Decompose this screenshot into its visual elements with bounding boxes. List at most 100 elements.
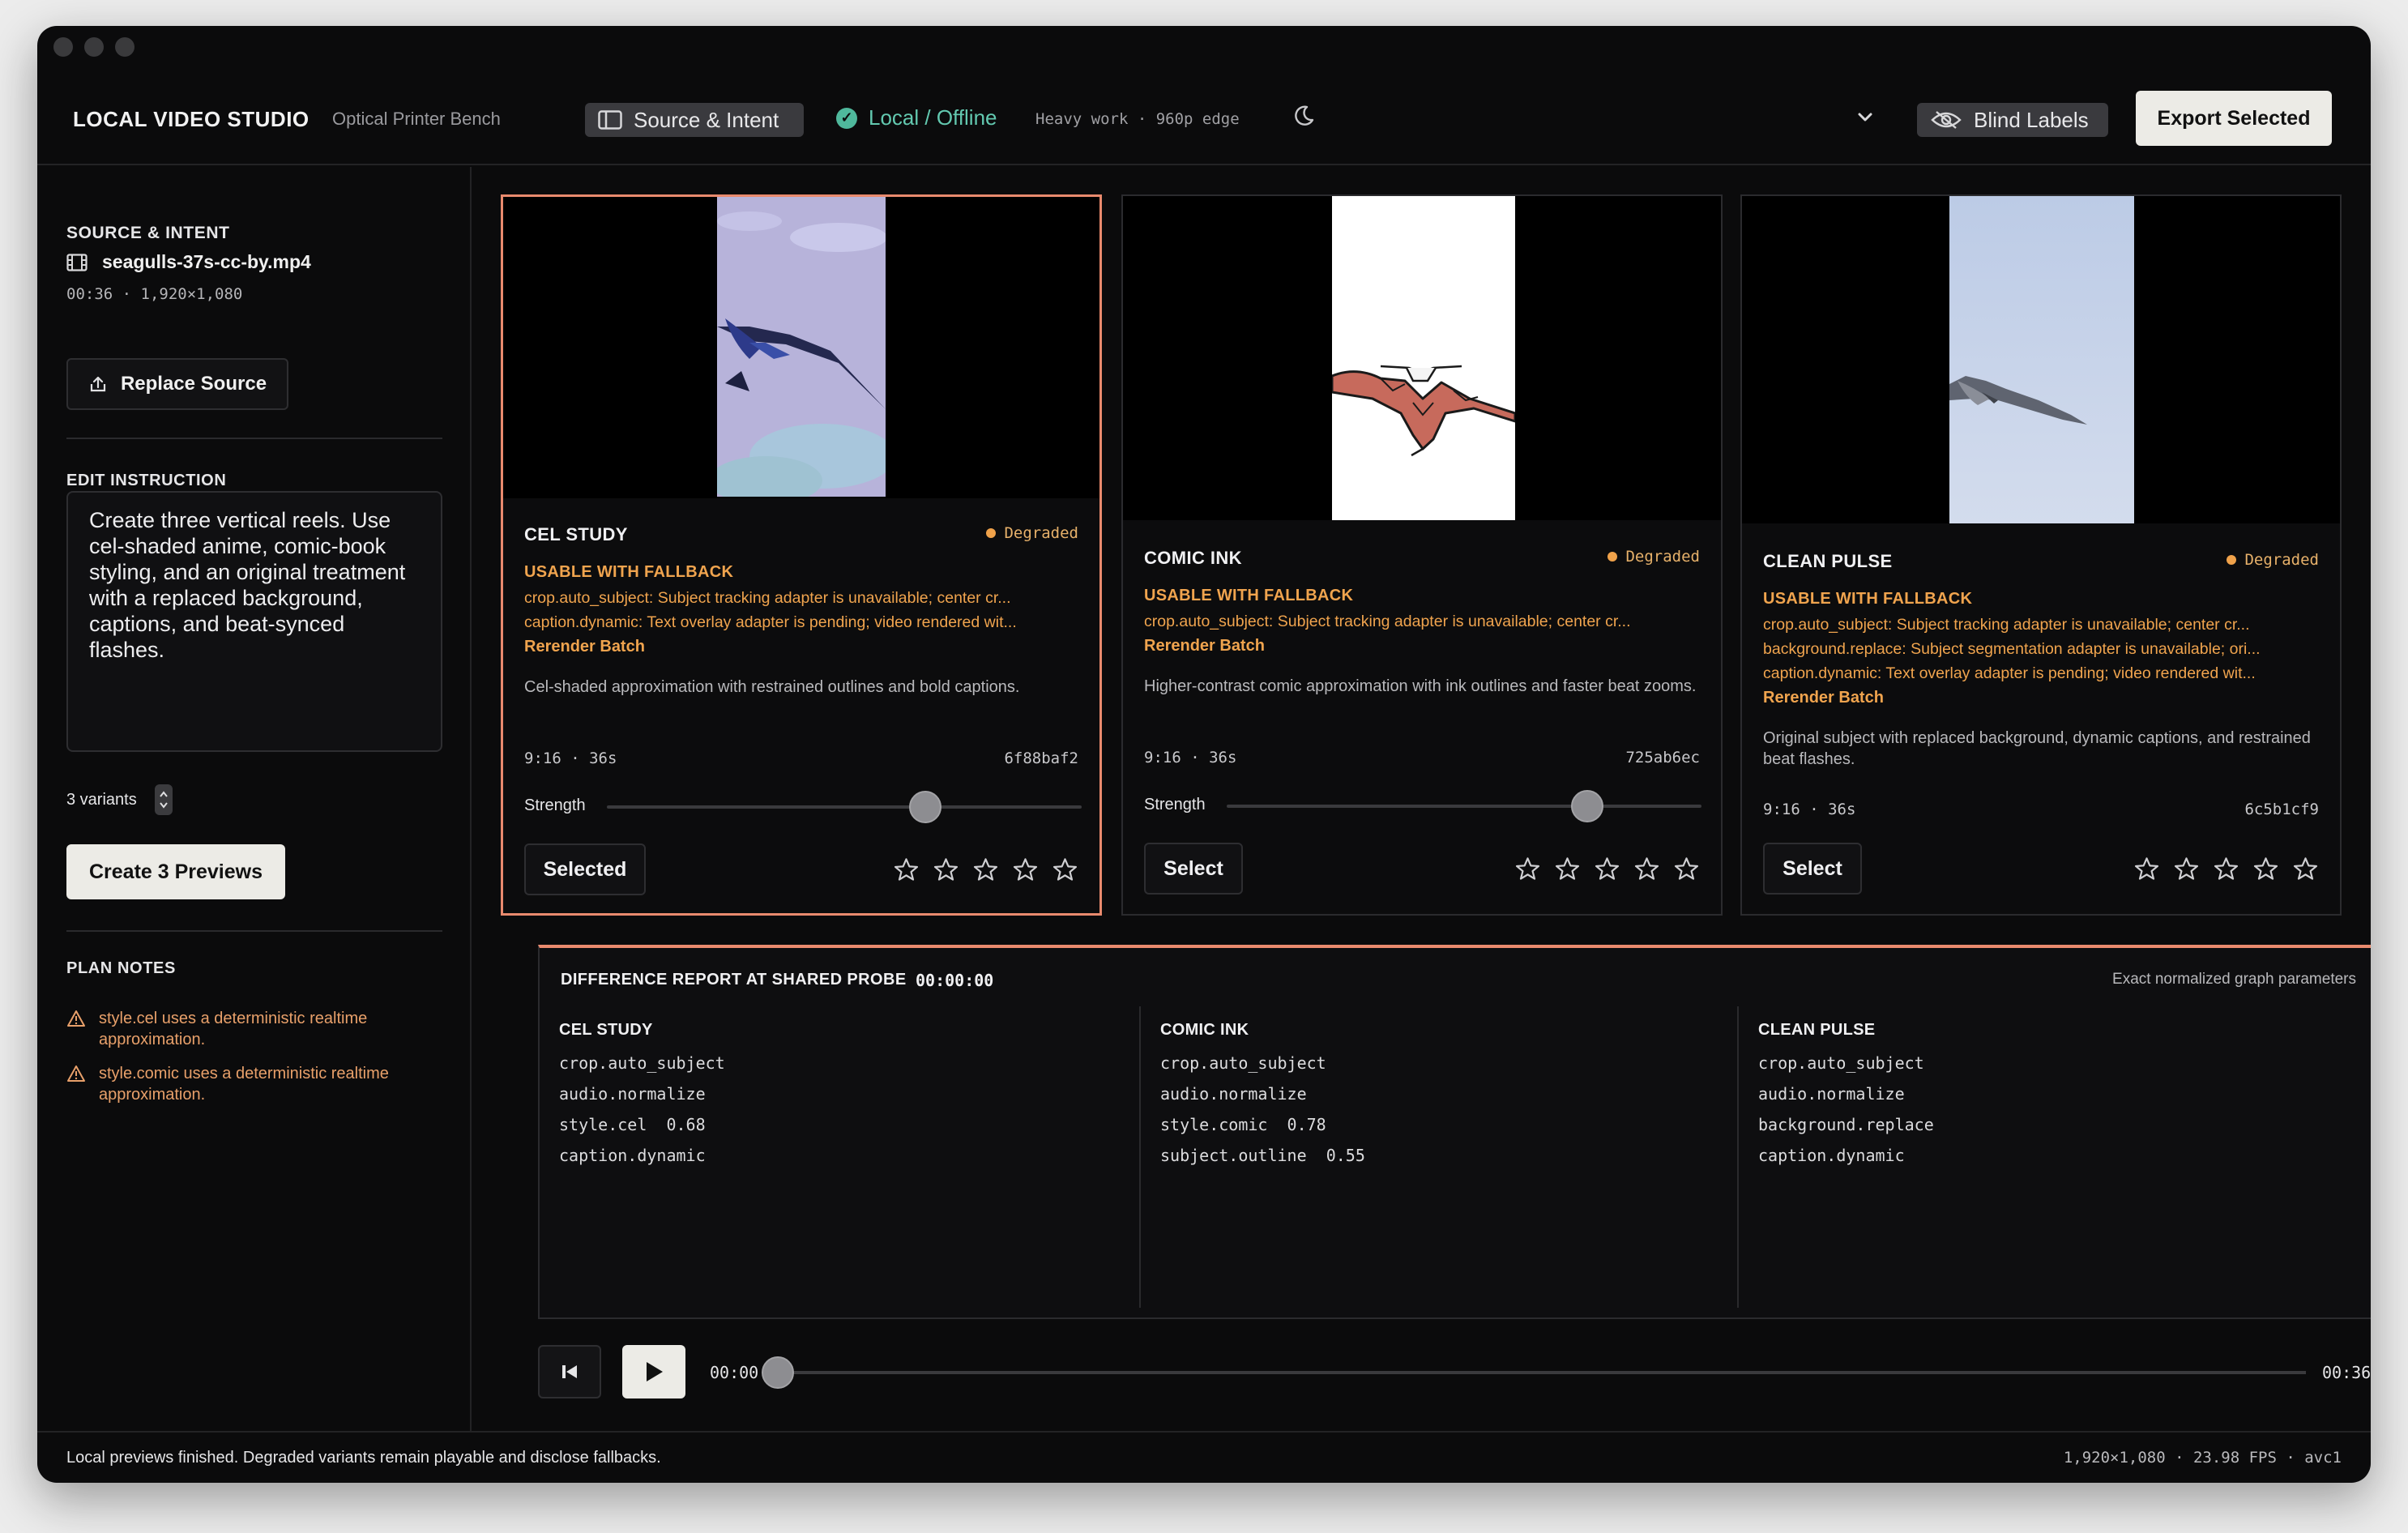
check-circle-icon: ✓ <box>836 107 857 129</box>
variant-format: 9:16 · 36s <box>1763 801 1856 818</box>
variants-stepper[interactable] <box>154 784 173 815</box>
report-param: subject.outline 0.55 <box>1160 1146 1365 1165</box>
variants-label: 3 variants <box>66 790 137 809</box>
heavy-work-label: Heavy work · 960p edge <box>1035 110 1240 128</box>
star-icon[interactable] <box>1052 856 1078 883</box>
star-icon[interactable] <box>1594 856 1620 882</box>
create-previews-button[interactable]: Create 3 Previews <box>66 844 285 899</box>
strength-slider[interactable] <box>607 791 1082 823</box>
status-dot <box>986 528 997 538</box>
source-intent-toggle[interactable]: Source & Intent <box>585 103 804 137</box>
blind-labels-toggle[interactable]: Blind Labels <box>1917 103 2108 137</box>
fallback-line: crop.auto_subject: Subject tracking adap… <box>1144 613 1631 630</box>
plan-note-text: style.comic uses a deterministic realtim… <box>99 1065 389 1104</box>
variant-card-clean-pulse[interactable]: CLEAN PULSE Degraded USABLE WITH FALLBAC… <box>1740 194 2342 916</box>
seagull-cel-image <box>717 197 886 497</box>
plan-note-text: style.cel uses a deterministic realtime … <box>99 1010 368 1048</box>
star-icon[interactable] <box>1514 856 1541 882</box>
report-param: audio.normalize <box>1160 1084 1307 1104</box>
report-column: COMIC INK crop.auto_subject audio.normal… <box>1139 1006 1737 1308</box>
variant-title: CLEAN PULSE <box>1763 551 1893 571</box>
report-param: audio.normalize <box>1758 1084 1905 1104</box>
replace-source-label: Replace Source <box>120 373 267 395</box>
current-time: 00:00 <box>710 1363 759 1382</box>
duration-time: 00:36 <box>2322 1363 2371 1382</box>
play-button[interactable] <box>622 1345 685 1398</box>
report-param: style.cel 0.68 <box>559 1115 706 1134</box>
variant-preview[interactable] <box>1123 196 1721 520</box>
local-status: ✓ Local / Offline <box>836 105 997 130</box>
status-dot <box>1607 552 1618 562</box>
variant-preview[interactable] <box>503 197 1099 498</box>
star-icon[interactable] <box>1012 856 1039 883</box>
report-column-title: CEL STUDY <box>559 1021 653 1039</box>
fallback-line: caption.dynamic: Text overlay adapter is… <box>1763 664 2256 682</box>
variant-hash: 6f88baf2 <box>1004 749 1078 767</box>
variant-format: 9:16 · 36s <box>1144 749 1237 766</box>
strength-label: Strength <box>1144 796 1206 813</box>
skip-back-icon <box>562 1365 577 1378</box>
variant-card-comic-ink[interactable]: COMIC INK Degraded USABLE WITH FALLBACK … <box>1121 194 1723 916</box>
report-column: CEL STUDY crop.auto_subject audio.normal… <box>540 1006 1138 1308</box>
rerender-batch-link[interactable]: Rerender Batch <box>524 638 645 656</box>
fallback-line: crop.auto_subject: Subject tracking adap… <box>1763 616 2250 634</box>
status-badge: Degraded <box>986 524 1078 542</box>
edit-instruction-heading: EDIT INSTRUCTION <box>66 472 227 489</box>
variant-preview[interactable] <box>1742 196 2340 523</box>
source-file-name: seagulls-37s-cc-by.mp4 <box>102 251 311 272</box>
warning-icon <box>67 1010 85 1027</box>
star-icon[interactable] <box>1673 856 1700 882</box>
star-icon[interactable] <box>2292 856 2319 882</box>
rerender-batch-link[interactable]: Rerender Batch <box>1763 689 1884 707</box>
seagull-comic-image <box>1332 196 1515 520</box>
star-icon[interactable] <box>1633 856 1660 882</box>
replace-source-button[interactable]: Replace Source <box>66 358 288 410</box>
moon-icon[interactable] <box>1292 104 1316 128</box>
select-variant-button[interactable]: Select <box>1144 843 1243 895</box>
status-message: Local previews finished. Degraded varian… <box>66 1449 661 1467</box>
variant-description: Higher-contrast comic approximation with… <box>1144 677 1697 695</box>
strength-slider-thumb[interactable] <box>908 791 941 823</box>
fallback-title: USABLE WITH FALLBACK <box>1144 587 1354 604</box>
variant-card-cel-study[interactable]: CEL STUDY Degraded USABLE WITH FALLBACK … <box>501 194 1102 916</box>
status-badge-label: Degraded <box>2244 551 2319 569</box>
preview-frame <box>717 197 886 497</box>
warning-icon <box>67 1065 85 1082</box>
star-icon[interactable] <box>2133 856 2160 882</box>
select-variant-button[interactable]: Selected <box>524 843 646 895</box>
fallback-line: background.replace: Subject segmentation… <box>1763 640 2261 658</box>
timeline-scrubber[interactable] <box>781 1371 2306 1374</box>
star-icon[interactable] <box>933 856 959 883</box>
strength-slider-thumb[interactable] <box>1571 790 1604 822</box>
status-badge: Degraded <box>1607 548 1700 566</box>
timeline-playhead[interactable] <box>762 1356 794 1389</box>
variant-title: COMIC INK <box>1144 548 1242 568</box>
star-icon[interactable] <box>2173 856 2200 882</box>
star-icon[interactable] <box>972 856 999 883</box>
report-param: crop.auto_subject <box>559 1053 725 1073</box>
blind-labels-label: Blind Labels <box>1974 107 2089 132</box>
export-selected-button[interactable]: Export Selected <box>2136 91 2332 146</box>
star-icon[interactable] <box>2252 856 2279 882</box>
rerender-batch-link[interactable]: Rerender Batch <box>1144 637 1265 655</box>
upload-icon <box>90 376 106 392</box>
strength-slider[interactable] <box>1227 790 1701 822</box>
report-param: caption.dynamic <box>559 1146 706 1165</box>
report-param: background.replace <box>1758 1115 1934 1134</box>
star-icon[interactable] <box>2213 856 2239 882</box>
chevron-down-icon[interactable] <box>1855 107 1875 126</box>
report-param: caption.dynamic <box>1758 1146 1905 1165</box>
star-icon[interactable] <box>1554 856 1581 882</box>
strength-label: Strength <box>524 796 586 814</box>
top-bar: LOCAL VIDEO STUDIO Optical Printer Bench… <box>37 26 2371 165</box>
select-variant-button[interactable]: Select <box>1763 843 1862 895</box>
edit-instruction-textarea[interactable]: Create three vertical reels. Use cel-sha… <box>66 491 442 752</box>
plan-note: style.comic uses a deterministic realtim… <box>66 1063 439 1105</box>
status-bar: Local previews finished. Degraded varian… <box>37 1431 2371 1483</box>
star-icon[interactable] <box>893 856 920 883</box>
variant-title: CEL STUDY <box>524 524 628 544</box>
skip-to-start-button[interactable] <box>538 1345 601 1398</box>
report-caption: Exact normalized graph parameters <box>2112 971 2356 988</box>
report-param: audio.normalize <box>559 1084 706 1104</box>
source-specs: 1,920×1,080 · 23.98 FPS · avc1 <box>2063 1449 2342 1467</box>
